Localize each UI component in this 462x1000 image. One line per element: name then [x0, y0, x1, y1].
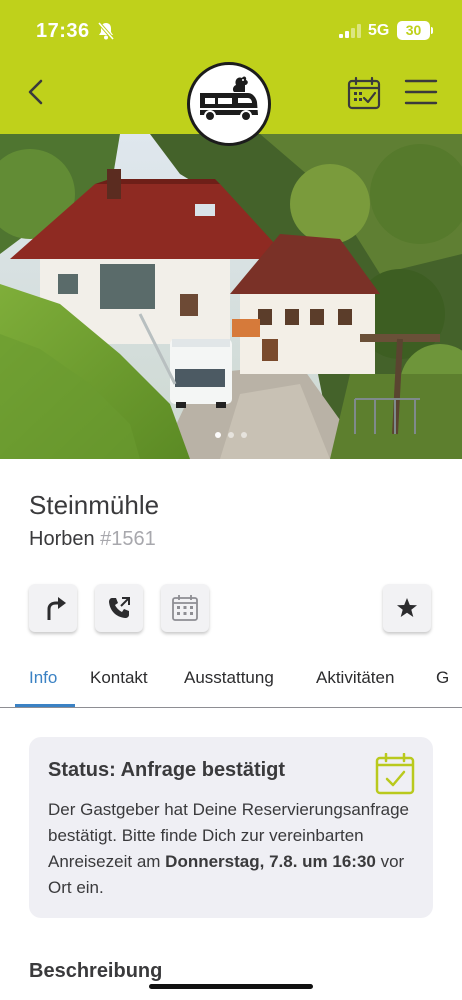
gallery-dot[interactable] [215, 432, 221, 438]
favorite-button[interactable] [383, 584, 431, 632]
place-photo[interactable] [0, 134, 462, 459]
status-message: Der Gastgeber hat Deine Reservierungsanf… [48, 797, 418, 901]
tab-info[interactable]: Info [29, 668, 57, 688]
tab-bar: Info Kontakt Ausstattung Aktivitäten G [0, 660, 462, 708]
home-indicator[interactable] [149, 984, 313, 989]
place-town: Horben [29, 528, 95, 550]
phone-icon [109, 597, 130, 618]
tab-active-indicator [15, 704, 75, 707]
network-type: 5G [368, 22, 390, 39]
calendar-check-icon[interactable] [347, 76, 381, 110]
status-title: Status: Anfrage bestätigt [48, 759, 286, 781]
calendar-check-icon [375, 753, 415, 795]
tab-more[interactable]: G [436, 668, 449, 688]
battery-icon: 30 [397, 21, 433, 40]
gallery-pagination [0, 432, 462, 440]
camper-van-icon [200, 76, 258, 122]
hamburger-menu-icon[interactable] [404, 78, 438, 106]
bell-off-icon [97, 21, 115, 41]
gallery-dot[interactable] [241, 432, 247, 438]
call-button[interactable] [95, 584, 143, 632]
calendar-button[interactable] [161, 584, 209, 632]
star-icon [397, 598, 417, 617]
directions-button[interactable] [29, 584, 77, 632]
calendar-icon [172, 595, 198, 621]
battery-level: 30 [405, 22, 422, 38]
description-heading: Beschreibung [29, 960, 163, 982]
status-time: 17:36 [36, 20, 90, 42]
place-id: #1561 [100, 528, 156, 550]
tab-kontakt[interactable]: Kontakt [90, 668, 148, 688]
camper-van-logo[interactable] [187, 62, 271, 146]
back-chevron-icon[interactable] [22, 76, 50, 108]
gallery-dot[interactable] [228, 432, 234, 438]
directions-icon [47, 597, 66, 620]
signal-icon [339, 24, 361, 38]
tab-ausstattung[interactable]: Ausstattung [184, 668, 274, 688]
tab-aktivitaeten[interactable]: Aktivitäten [316, 668, 394, 688]
place-name: Steinmühle [29, 490, 160, 520]
booking-status-card: Status: Anfrage bestätigt Der Gastgeber … [29, 737, 433, 918]
place-location: Horben #1561 [29, 528, 156, 551]
arrival-datetime: Donnerstag, 7.8. um 16:30 [165, 852, 376, 871]
